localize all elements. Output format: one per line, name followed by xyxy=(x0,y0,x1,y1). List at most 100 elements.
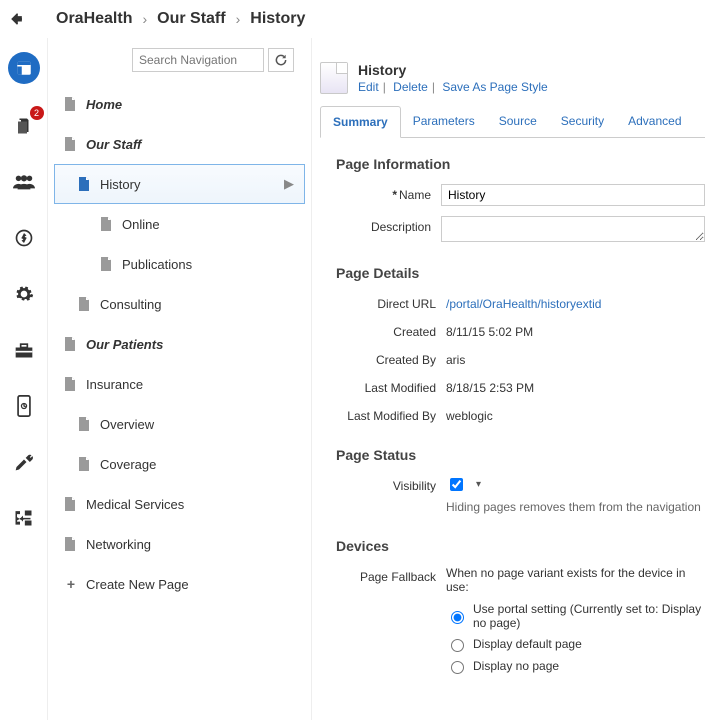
reload-button[interactable] xyxy=(268,48,294,72)
page-icon xyxy=(64,377,78,391)
page-icon xyxy=(78,457,92,471)
dropdown-icon[interactable]: ▾ xyxy=(476,479,481,490)
edit-link[interactable]: Edit xyxy=(358,80,379,94)
section-page-status: Page Status xyxy=(336,447,705,463)
last-modified-by-label: Last Modified By xyxy=(336,405,446,423)
left-rail: 2 xyxy=(0,38,48,720)
tab-source[interactable]: Source xyxy=(487,106,549,137)
fallback-radio-2[interactable] xyxy=(451,639,464,652)
rail-import-icon[interactable] xyxy=(10,504,38,532)
tree-item-online[interactable]: Online xyxy=(54,204,305,244)
tree-label: Networking xyxy=(86,537,151,552)
description-label: Description xyxy=(336,216,441,234)
section-page-details: Page Details xyxy=(336,265,705,281)
tree-item-medical-services[interactable]: Medical Services xyxy=(54,484,305,524)
created-by-value: aris xyxy=(446,349,465,367)
rail-assets-icon[interactable]: 2 xyxy=(10,112,38,140)
direct-url-label: Direct URL xyxy=(336,293,446,311)
delete-link[interactable]: Delete xyxy=(393,80,428,94)
breadcrumb-sep: › xyxy=(142,11,147,27)
last-modified-by-value: weblogic xyxy=(446,405,493,423)
tree-label: Medical Services xyxy=(86,497,184,512)
breadcrumb-item[interactable]: Our Staff xyxy=(157,10,225,28)
section-devices: Devices xyxy=(336,538,705,554)
search-navigation-input[interactable] xyxy=(132,48,264,72)
tree-item-our-staff[interactable]: Our Staff xyxy=(54,124,305,164)
tree-item-consulting[interactable]: Consulting xyxy=(54,284,305,324)
create-label: Create New Page xyxy=(86,577,189,592)
tab-parameters[interactable]: Parameters xyxy=(401,106,487,137)
visibility-label: Visibility xyxy=(336,475,446,493)
page-title: History xyxy=(358,62,548,78)
rail-explore-icon[interactable] xyxy=(10,224,38,252)
tree-item-our-patients[interactable]: Our Patients xyxy=(54,324,305,364)
tree-item-overview[interactable]: Overview xyxy=(54,404,305,444)
created-value: 8/11/15 5:02 PM xyxy=(446,321,533,339)
tree-label: Our Patients xyxy=(86,337,163,352)
fallback-radio-1[interactable] xyxy=(451,611,464,624)
create-new-page[interactable]: + Create New Page xyxy=(54,564,305,604)
fallback-option-default[interactable]: Display default page xyxy=(446,636,705,652)
breadcrumb: OraHealth › Our Staff › History xyxy=(36,10,305,28)
tree-item-publications[interactable]: Publications xyxy=(54,244,305,284)
page-icon xyxy=(100,257,114,271)
tree-label: Publications xyxy=(122,257,192,272)
rail-members-icon[interactable] xyxy=(10,168,38,196)
page-icon xyxy=(78,417,92,431)
visibility-checkbox[interactable] xyxy=(450,478,463,491)
breadcrumb-sep: › xyxy=(236,11,241,27)
page-actions: Edit| Delete| Save As Page Style xyxy=(358,80,548,94)
tree-label: History xyxy=(100,177,140,192)
section-page-information: Page Information xyxy=(336,156,705,172)
tree-item-insurance[interactable]: Insurance xyxy=(54,364,305,404)
page-icon xyxy=(64,97,78,111)
page-icon xyxy=(64,137,78,151)
tree-item-coverage[interactable]: Coverage xyxy=(54,444,305,484)
back-button[interactable] xyxy=(4,7,28,31)
rail-tools-icon[interactable] xyxy=(10,448,38,476)
direct-url-link[interactable]: /portal/OraHealth/historyextid xyxy=(446,297,601,311)
tree-item-home[interactable]: Home xyxy=(54,84,305,124)
rail-pages-icon[interactable] xyxy=(8,52,40,84)
fallback-radio-3[interactable] xyxy=(451,661,464,674)
tree-item-networking[interactable]: Networking xyxy=(54,524,305,564)
page-icon xyxy=(64,537,78,551)
page-tree: Home Our Staff History ▶ Online Publicati… xyxy=(54,84,305,604)
last-modified-value: 8/18/15 2:53 PM xyxy=(446,377,534,395)
tab-security[interactable]: Security xyxy=(549,106,616,137)
rail-badge: 2 xyxy=(30,106,44,120)
fallback-option-portal[interactable]: Use portal setting (Currently set to: Di… xyxy=(446,602,705,630)
plus-icon: + xyxy=(64,577,78,591)
save-as-link[interactable]: Save As Page Style xyxy=(442,80,547,94)
nav-column: Home Our Staff History ▶ Online Publicati… xyxy=(48,38,312,720)
fallback-intro: When no page variant exists for the devi… xyxy=(446,566,705,594)
page-doc-icon xyxy=(320,62,348,94)
breadcrumb-current: History xyxy=(250,10,305,28)
page-icon xyxy=(100,217,114,231)
created-label: Created xyxy=(336,321,446,339)
tree-label: Our Staff xyxy=(86,137,141,152)
tree-item-history[interactable]: History ▶ xyxy=(54,164,305,204)
breadcrumb-item[interactable]: OraHealth xyxy=(56,10,132,28)
rail-settings-icon[interactable] xyxy=(10,280,38,308)
name-label: *Name xyxy=(336,184,441,202)
name-input[interactable] xyxy=(441,184,705,206)
tree-label: Insurance xyxy=(86,377,143,392)
tree-label: Overview xyxy=(100,417,154,432)
tab-advanced[interactable]: Advanced xyxy=(616,106,693,137)
page-icon xyxy=(64,337,78,351)
chevron-right-icon[interactable]: ▶ xyxy=(284,176,294,192)
tree-label: Home xyxy=(86,97,122,112)
tabs: Summary Parameters Source Security Advan… xyxy=(320,106,705,138)
page-icon xyxy=(78,297,92,311)
page-icon xyxy=(64,497,78,511)
description-input[interactable] xyxy=(441,216,705,242)
tab-summary[interactable]: Summary xyxy=(320,106,401,138)
tree-label: Consulting xyxy=(100,297,161,312)
created-by-label: Created By xyxy=(336,349,446,367)
fallback-option-none[interactable]: Display no page xyxy=(446,658,705,674)
rail-device-icon[interactable] xyxy=(10,392,38,420)
last-modified-label: Last Modified xyxy=(336,377,446,395)
tree-label: Online xyxy=(122,217,160,232)
rail-toolbox-icon[interactable] xyxy=(10,336,38,364)
